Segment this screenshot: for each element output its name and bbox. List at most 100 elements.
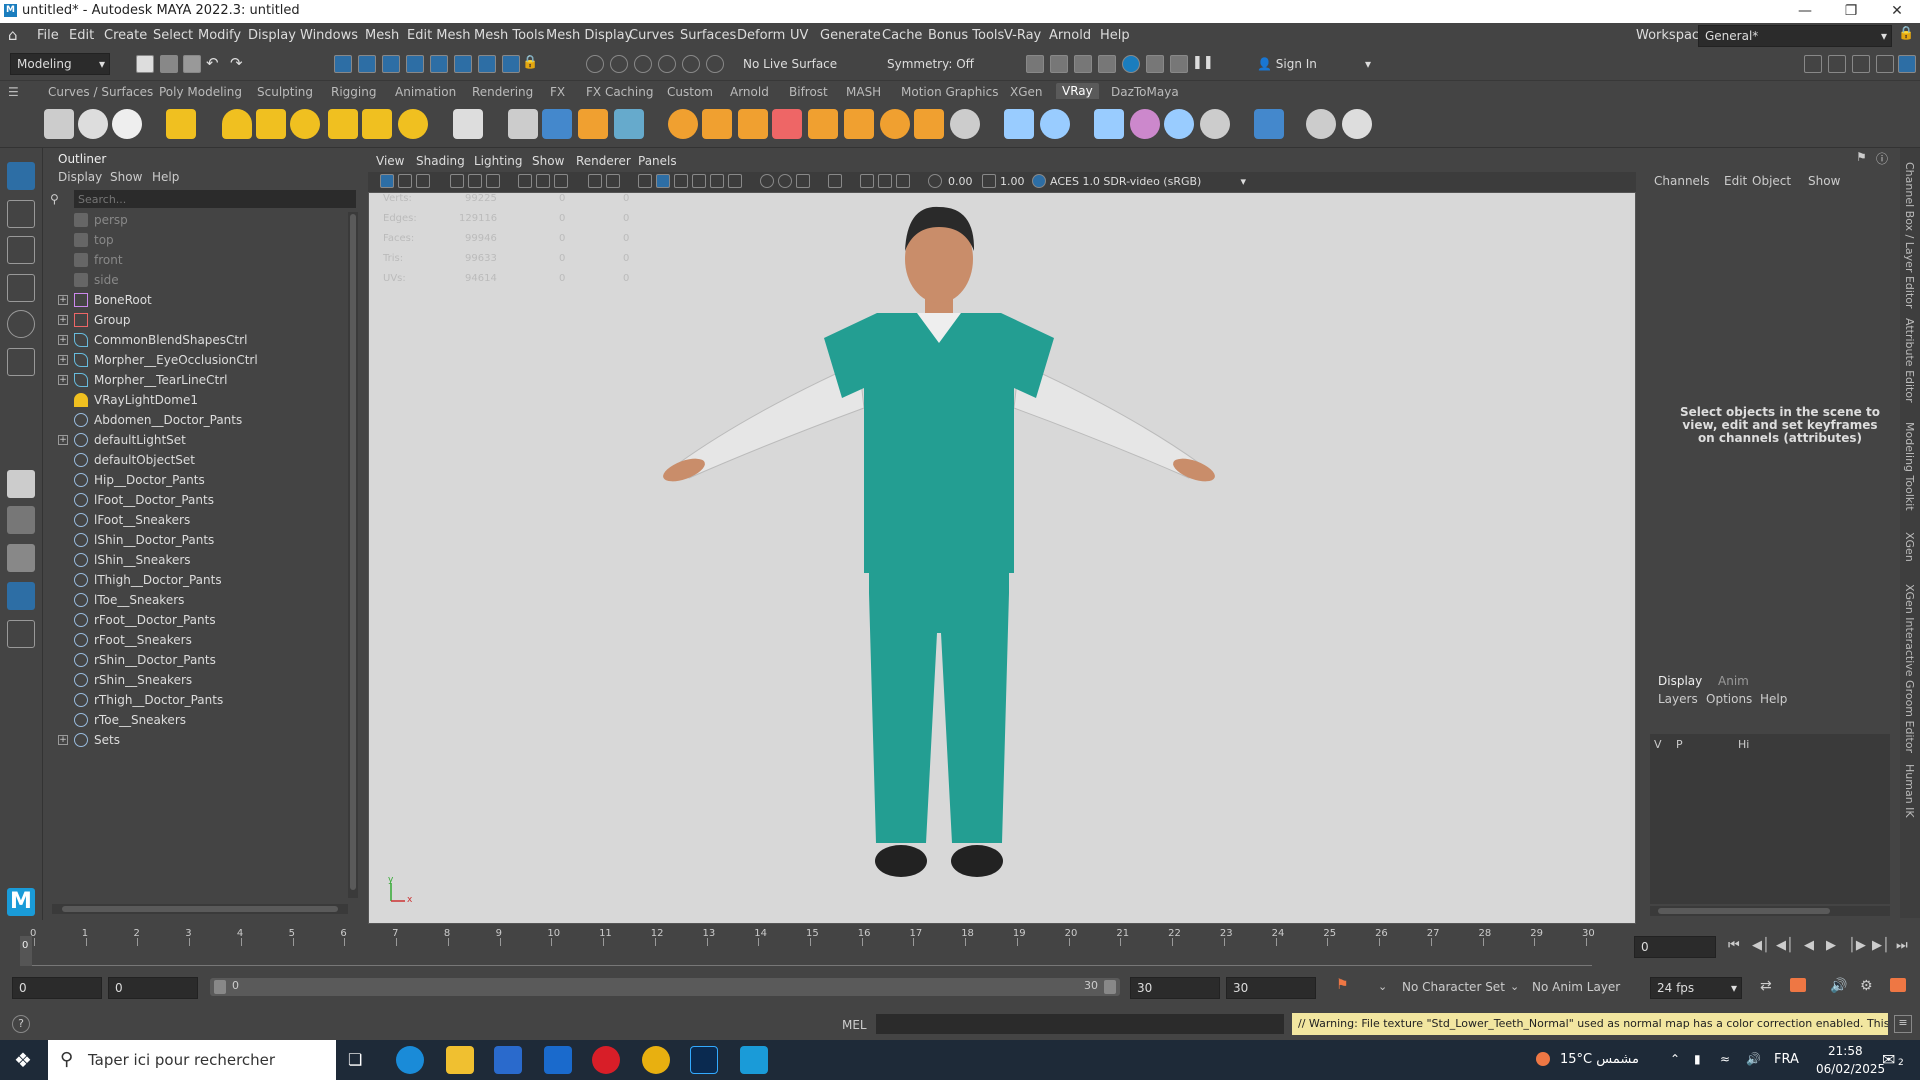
tab-animation[interactable]: Animation (395, 85, 456, 99)
menu-mesh-display[interactable]: Mesh Display (546, 28, 632, 43)
viewport-menu-panels[interactable]: Panels (638, 154, 677, 168)
current-frame-field[interactable]: 0 (1634, 936, 1716, 958)
home-icon[interactable]: ⌂ (8, 26, 18, 44)
maya-taskbar-icon[interactable] (740, 1046, 768, 1074)
go-to-start-icon[interactable]: ⏮ (1728, 938, 1740, 953)
menu-help[interactable]: Help (1100, 28, 1130, 43)
dome-light-icon[interactable] (222, 109, 252, 139)
vray-material-icon[interactable] (668, 109, 698, 139)
channelbox-menu-show[interactable]: Show (1808, 174, 1840, 188)
task-view-icon[interactable]: ❏ (348, 1050, 362, 1069)
view-transform-dropdown[interactable]: ACES 1.0 SDR-video (sRGB) ▾ (1050, 175, 1246, 188)
pin-icon[interactable]: ⚑ (1856, 150, 1867, 164)
snap-to-point-icon[interactable] (634, 55, 652, 73)
select-by-hierarchy-icon[interactable] (334, 55, 352, 73)
xray-joints-icon[interactable] (896, 174, 910, 188)
animation-start-field[interactable]: 0 (12, 977, 102, 999)
vray-toon-icon[interactable] (772, 109, 802, 139)
select-mode-icon[interactable] (430, 55, 448, 73)
modeling-toolkit-icon[interactable] (1804, 55, 1822, 73)
mesh-light-icon[interactable] (328, 109, 358, 139)
menu-surfaces[interactable]: Surfaces (680, 28, 736, 43)
vray-render-icon[interactable] (1170, 55, 1188, 73)
scale-tool-icon[interactable] (7, 348, 35, 376)
vray-subdivision-icon[interactable] (914, 109, 944, 139)
hik-icon[interactable] (1828, 55, 1846, 73)
render-view-icon[interactable] (1146, 55, 1164, 73)
bookmarks-icon[interactable] (416, 174, 430, 188)
anim-layer-chevron-icon[interactable]: ⌄ (1510, 980, 1519, 993)
snap-to-curve-icon[interactable] (610, 55, 628, 73)
vray-cloud-icon[interactable] (1200, 109, 1230, 139)
tab-custom[interactable]: Custom (667, 85, 713, 99)
live-surface-field[interactable]: No Live Surface (736, 53, 856, 75)
character-model[interactable] (369, 193, 1636, 924)
menu-edit[interactable]: Edit (69, 28, 94, 43)
range-end-handle[interactable] (1104, 980, 1116, 994)
tab-sculpting[interactable]: Sculpting (257, 85, 313, 99)
vray-asset-editor-icon[interactable] (44, 109, 74, 139)
edge-icon[interactable] (396, 1046, 424, 1074)
vray-logo-icon[interactable] (1342, 109, 1372, 139)
anim-prefs-icon[interactable]: ⚙ (1860, 978, 1873, 994)
show-hidden-icons-icon[interactable]: ⌃ (1670, 1052, 1680, 1066)
help-icon[interactable]: ? (12, 1015, 30, 1033)
save-scene-icon[interactable] (183, 55, 201, 73)
select-tool-icon[interactable] (7, 162, 35, 190)
move-tool-icon[interactable] (7, 274, 35, 302)
film-gate-icon[interactable] (536, 174, 550, 188)
tab-display[interactable]: Display (1658, 674, 1702, 688)
tab-fx-caching[interactable]: FX Caching (586, 85, 653, 99)
vray-proxy-icon[interactable] (508, 109, 538, 139)
vray-plane-icon[interactable] (453, 109, 483, 139)
vray-swatch-icon[interactable] (1164, 109, 1194, 139)
vray-fur-icon[interactable] (578, 109, 608, 139)
depth-of-field-icon[interactable] (828, 174, 842, 188)
step-back-key-icon[interactable]: ◀│ (1752, 938, 1770, 953)
image-plane-icon[interactable] (450, 174, 464, 188)
exposure-value[interactable]: 0.00 (948, 175, 973, 188)
menu-curves[interactable]: Curves (629, 28, 674, 43)
playback-speed-icon[interactable] (1890, 978, 1906, 992)
channelbox-menu-edit[interactable]: Edit (1724, 174, 1747, 188)
sphere-light-icon[interactable] (290, 109, 320, 139)
wireframe-icon[interactable] (638, 174, 652, 188)
tab-fx[interactable]: FX (550, 85, 565, 99)
safe-action-icon[interactable] (588, 174, 602, 188)
outliner-horizontal-scrollbar[interactable] (52, 904, 348, 914)
help-icon[interactable]: ⓘ (1876, 150, 1888, 167)
workspace-lock-icon[interactable]: 🔒 (1898, 26, 1914, 41)
shadows-icon[interactable] (728, 174, 742, 188)
character-set-dropdown[interactable]: No Character Set (1402, 980, 1505, 994)
vray-vfb-icon[interactable] (112, 109, 142, 139)
menu-deform[interactable]: Deform (737, 28, 785, 43)
sign-in-dropdown[interactable]: 👤 Sign In ▾ (1250, 53, 1372, 75)
xray-icon[interactable] (878, 174, 892, 188)
step-forward-key-icon[interactable]: ▶│ (1872, 938, 1890, 953)
notifications-icon[interactable]: ✉ (1882, 1050, 1895, 1069)
side-tab-attribute-editor[interactable]: Attribute Editor (1903, 318, 1916, 403)
vray-uvw-icon[interactable] (844, 109, 874, 139)
lasso-tool-icon[interactable] (7, 200, 35, 228)
select-camera-icon[interactable] (380, 174, 394, 188)
2d-pan-zoom-icon[interactable] (468, 174, 482, 188)
viewport-3d[interactable]: Verts: 99225 0 0 Edges: 129116 0 0 Faces: 99946… (368, 192, 1636, 924)
taskbar-search[interactable]: ⚲ Taper ici pour rechercher (48, 1040, 336, 1080)
clock-time[interactable]: 21:58 (1828, 1044, 1863, 1058)
textured-icon[interactable] (692, 174, 706, 188)
render-sequence-icon[interactable] (1050, 55, 1068, 73)
tool-settings-icon[interactable] (1876, 55, 1894, 73)
step-forward-frame-icon[interactable]: │▶ (1848, 938, 1866, 953)
outliner-menu-show[interactable]: Show (110, 170, 142, 184)
exposure-icon[interactable] (928, 174, 942, 188)
script-editor-icon[interactable]: ≡ (1894, 1015, 1912, 1033)
gamma-icon[interactable] (982, 174, 996, 188)
vray-render-settings-icon[interactable] (78, 109, 108, 139)
sun-light-icon[interactable] (398, 109, 428, 139)
opera-icon[interactable] (592, 1046, 620, 1074)
chrome-icon[interactable] (642, 1046, 670, 1074)
select-by-component-icon[interactable] (382, 55, 400, 73)
symmetry-dropdown[interactable]: Symmetry: Off (880, 53, 990, 75)
new-scene-icon[interactable] (136, 55, 154, 73)
playback-end-field[interactable]: 30 (1130, 977, 1220, 999)
